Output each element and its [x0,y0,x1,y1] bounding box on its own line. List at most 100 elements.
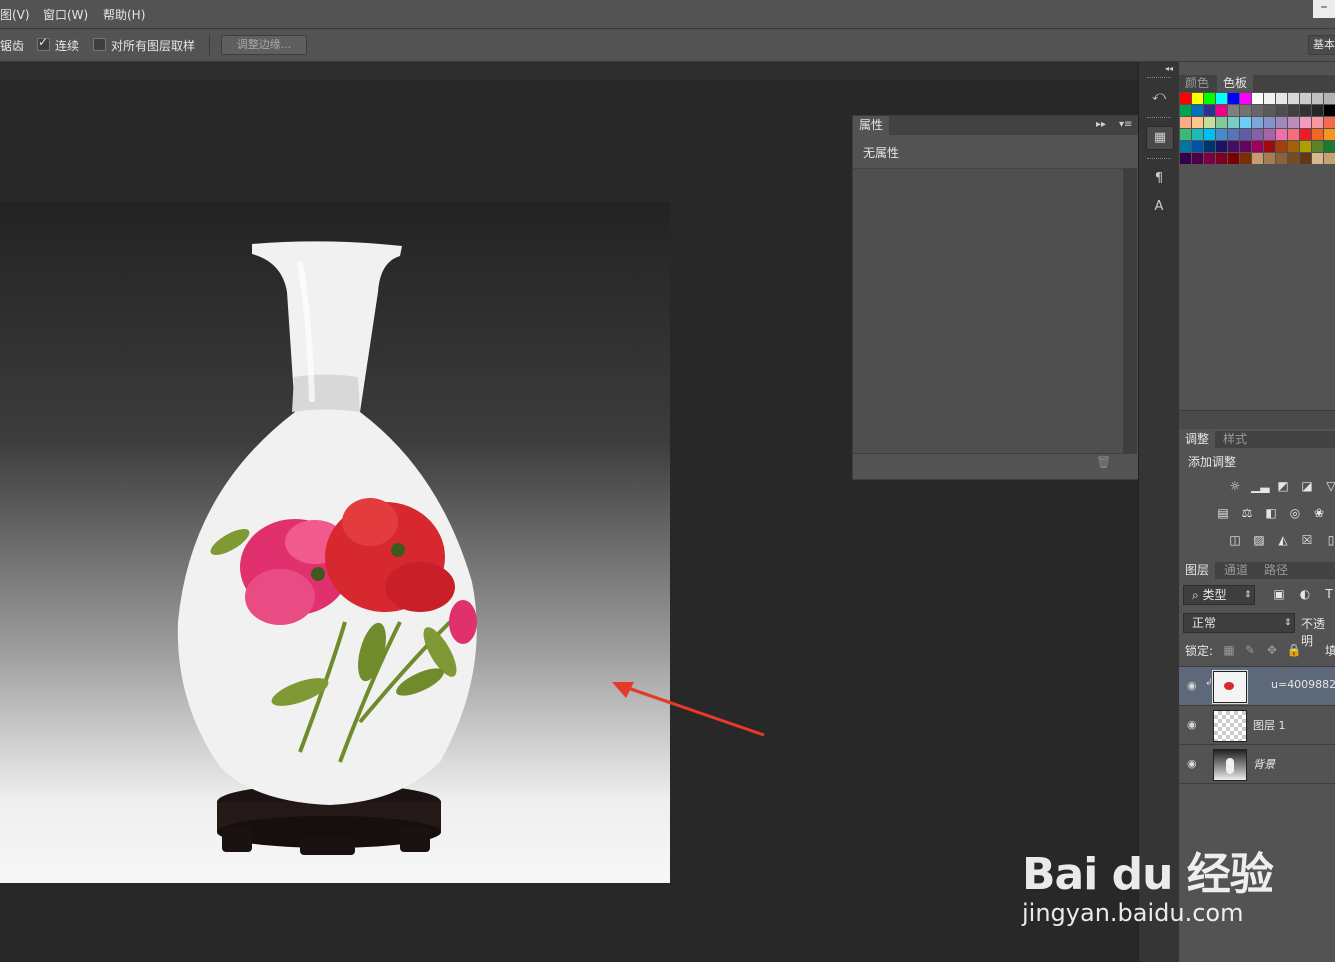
color-swatch[interactable] [1240,141,1251,152]
color-swatch[interactable] [1264,153,1275,164]
color-swatch[interactable] [1216,105,1227,116]
color-swatch[interactable] [1288,105,1299,116]
history-icon[interactable]: ⤺ [1146,86,1172,108]
panel-menu-icon[interactable]: ▾≡ [1119,119,1132,130]
layer-row[interactable]: ◉ 图层 1 [1179,705,1335,744]
menu-help[interactable]: 帮助(H) [103,6,145,23]
color-swatch[interactable] [1192,105,1203,116]
collapse-icon[interactable]: ▸▸ [1096,119,1106,130]
levels-icon[interactable]: ▁▃ [1251,479,1269,493]
selective-color-icon[interactable]: ▯ [1323,533,1335,547]
tab-styles[interactable]: 样式 [1217,431,1253,448]
color-swatch[interactable] [1228,105,1239,116]
lock-pixels-brush-icon[interactable]: ✎ [1242,643,1258,657]
color-swatch[interactable] [1204,129,1215,140]
color-swatch[interactable] [1240,117,1251,128]
layer-row[interactable]: ◉ 背景 [1179,744,1335,783]
color-swatch[interactable] [1252,129,1263,140]
color-swatch[interactable] [1192,93,1203,104]
menu-view[interactable]: 图(V) [0,6,30,23]
color-swatch[interactable] [1288,153,1299,164]
character-icon[interactable]: A [1146,196,1172,218]
color-swatch[interactable] [1276,105,1287,116]
eye-icon[interactable]: ◉ [1187,679,1201,693]
posterize-icon[interactable]: ▨ [1251,533,1267,547]
gradient-map-icon[interactable]: ☒ [1299,533,1315,547]
color-swatch[interactable] [1216,117,1227,128]
color-swatch[interactable] [1300,117,1311,128]
color-swatch[interactable] [1324,117,1335,128]
eye-icon[interactable]: ◉ [1187,718,1201,732]
color-swatch[interactable] [1276,153,1287,164]
color-balance-icon[interactable]: ⚖ [1239,506,1255,520]
paragraph-icon[interactable]: ¶ [1146,168,1172,190]
vibrance-icon[interactable]: ▽ [1323,479,1335,493]
document-canvas[interactable] [0,202,670,883]
brightness-icon[interactable]: ☼ [1227,479,1243,493]
color-swatch[interactable] [1300,93,1311,104]
color-swatch[interactable] [1252,93,1263,104]
properties-dock-icon[interactable]: ▦ [1146,126,1174,150]
color-swatch[interactable] [1216,153,1227,164]
color-swatch[interactable] [1204,141,1215,152]
color-swatch[interactable] [1312,153,1323,164]
color-swatch[interactable] [1192,117,1203,128]
contiguous-checkbox[interactable] [37,35,50,51]
color-swatch[interactable] [1204,93,1215,104]
tab-channels[interactable]: 通道 [1218,562,1254,579]
exposure-icon[interactable]: ◪ [1299,479,1315,493]
tab-paths[interactable]: 路径 [1258,562,1294,579]
color-swatch[interactable] [1216,141,1227,152]
invert-icon[interactable]: ◫ [1227,533,1243,547]
color-swatch[interactable] [1312,117,1323,128]
color-swatch[interactable] [1204,153,1215,164]
tab-properties[interactable]: 属性 [853,116,890,135]
color-swatch[interactable] [1180,117,1191,128]
color-swatch[interactable] [1264,117,1275,128]
refine-edge-button[interactable]: 调整边缘... [221,35,307,55]
color-swatch[interactable] [1180,129,1191,140]
layer-name[interactable]: 图层 1 [1253,717,1286,733]
color-swatch[interactable] [1252,153,1263,164]
color-swatch[interactable] [1180,93,1191,104]
color-swatch[interactable] [1300,129,1311,140]
photo-filter-icon[interactable]: ◎ [1287,506,1303,520]
antialias-label[interactable]: 锯齿 [0,37,24,54]
color-swatch[interactable] [1312,93,1323,104]
color-swatch[interactable] [1300,141,1311,152]
color-swatch[interactable] [1204,105,1215,116]
color-swatch[interactable] [1252,141,1263,152]
color-swatch[interactable] [1324,141,1335,152]
collapse-dock-icon[interactable]: ◂◂ [1165,64,1173,73]
filter-adjustment-icon[interactable]: ◐ [1297,587,1313,601]
color-swatch[interactable] [1276,141,1287,152]
color-swatch[interactable] [1180,105,1191,116]
trash-icon[interactable]: 🗑 [1096,455,1111,469]
color-swatch[interactable] [1264,105,1275,116]
color-swatch[interactable] [1216,129,1227,140]
color-swatch[interactable] [1204,117,1215,128]
color-swatch[interactable] [1240,129,1251,140]
color-swatch[interactable] [1264,93,1275,104]
filter-pixel-icon[interactable]: ▣ [1271,587,1287,601]
color-swatch[interactable] [1240,93,1251,104]
black-white-icon[interactable]: ◧ [1263,506,1279,520]
color-swatch[interactable] [1324,153,1335,164]
color-swatch[interactable] [1264,129,1275,140]
color-swatch[interactable] [1228,93,1239,104]
color-swatch[interactable] [1324,129,1335,140]
color-swatch[interactable] [1252,105,1263,116]
color-swatch[interactable] [1288,93,1299,104]
layer-name[interactable]: 背景 [1253,756,1275,772]
color-swatch[interactable] [1276,129,1287,140]
layer-row[interactable]: ◉ ↲ u=40098824 [1179,666,1335,705]
color-swatch[interactable] [1192,129,1203,140]
color-swatch[interactable] [1300,153,1311,164]
color-swatch[interactable] [1300,105,1311,116]
color-swatch[interactable] [1312,105,1323,116]
color-swatch[interactable] [1192,153,1203,164]
color-swatch[interactable] [1324,105,1335,116]
hue-saturation-icon[interactable]: ▤ [1215,506,1231,520]
color-swatch[interactable] [1192,141,1203,152]
filter-type-icon[interactable]: T [1321,587,1335,601]
